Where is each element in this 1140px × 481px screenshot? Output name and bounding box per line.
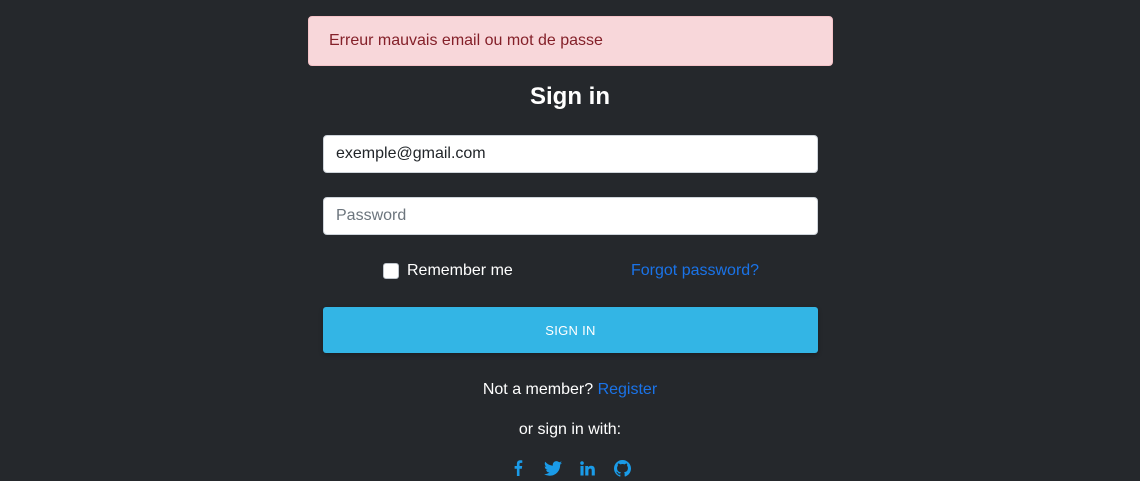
register-link[interactable]: Register — [598, 381, 658, 398]
github-icon[interactable] — [614, 459, 632, 477]
error-alert: Erreur mauvais email ou mot de passe — [308, 16, 833, 66]
linkedin-icon[interactable] — [579, 459, 597, 477]
remember-me-label[interactable]: Remember me — [407, 262, 513, 280]
facebook-icon[interactable] — [509, 459, 527, 477]
register-prompt: Not a member? Register — [0, 380, 1140, 400]
or-sign-in-text: or sign in with: — [518, 421, 622, 438]
email-input[interactable] — [323, 135, 818, 173]
forgot-password-link[interactable]: Forgot password? — [631, 261, 759, 281]
sign-in-button[interactable]: SIGN IN — [323, 307, 818, 353]
form-title: Sign in — [530, 83, 610, 110]
remember-me-group: Remember me — [383, 261, 513, 281]
not-member-text: Not a member? — [482, 381, 594, 398]
password-input[interactable] — [323, 197, 818, 235]
remember-me-checkbox[interactable] — [383, 263, 399, 279]
error-alert-text: Erreur mauvais email ou mot de passe — [329, 32, 603, 49]
twitter-icon[interactable] — [543, 459, 562, 477]
social-login-buttons — [0, 459, 1140, 477]
login-page: Erreur mauvais email ou mot de passe Sig… — [0, 0, 1140, 481]
